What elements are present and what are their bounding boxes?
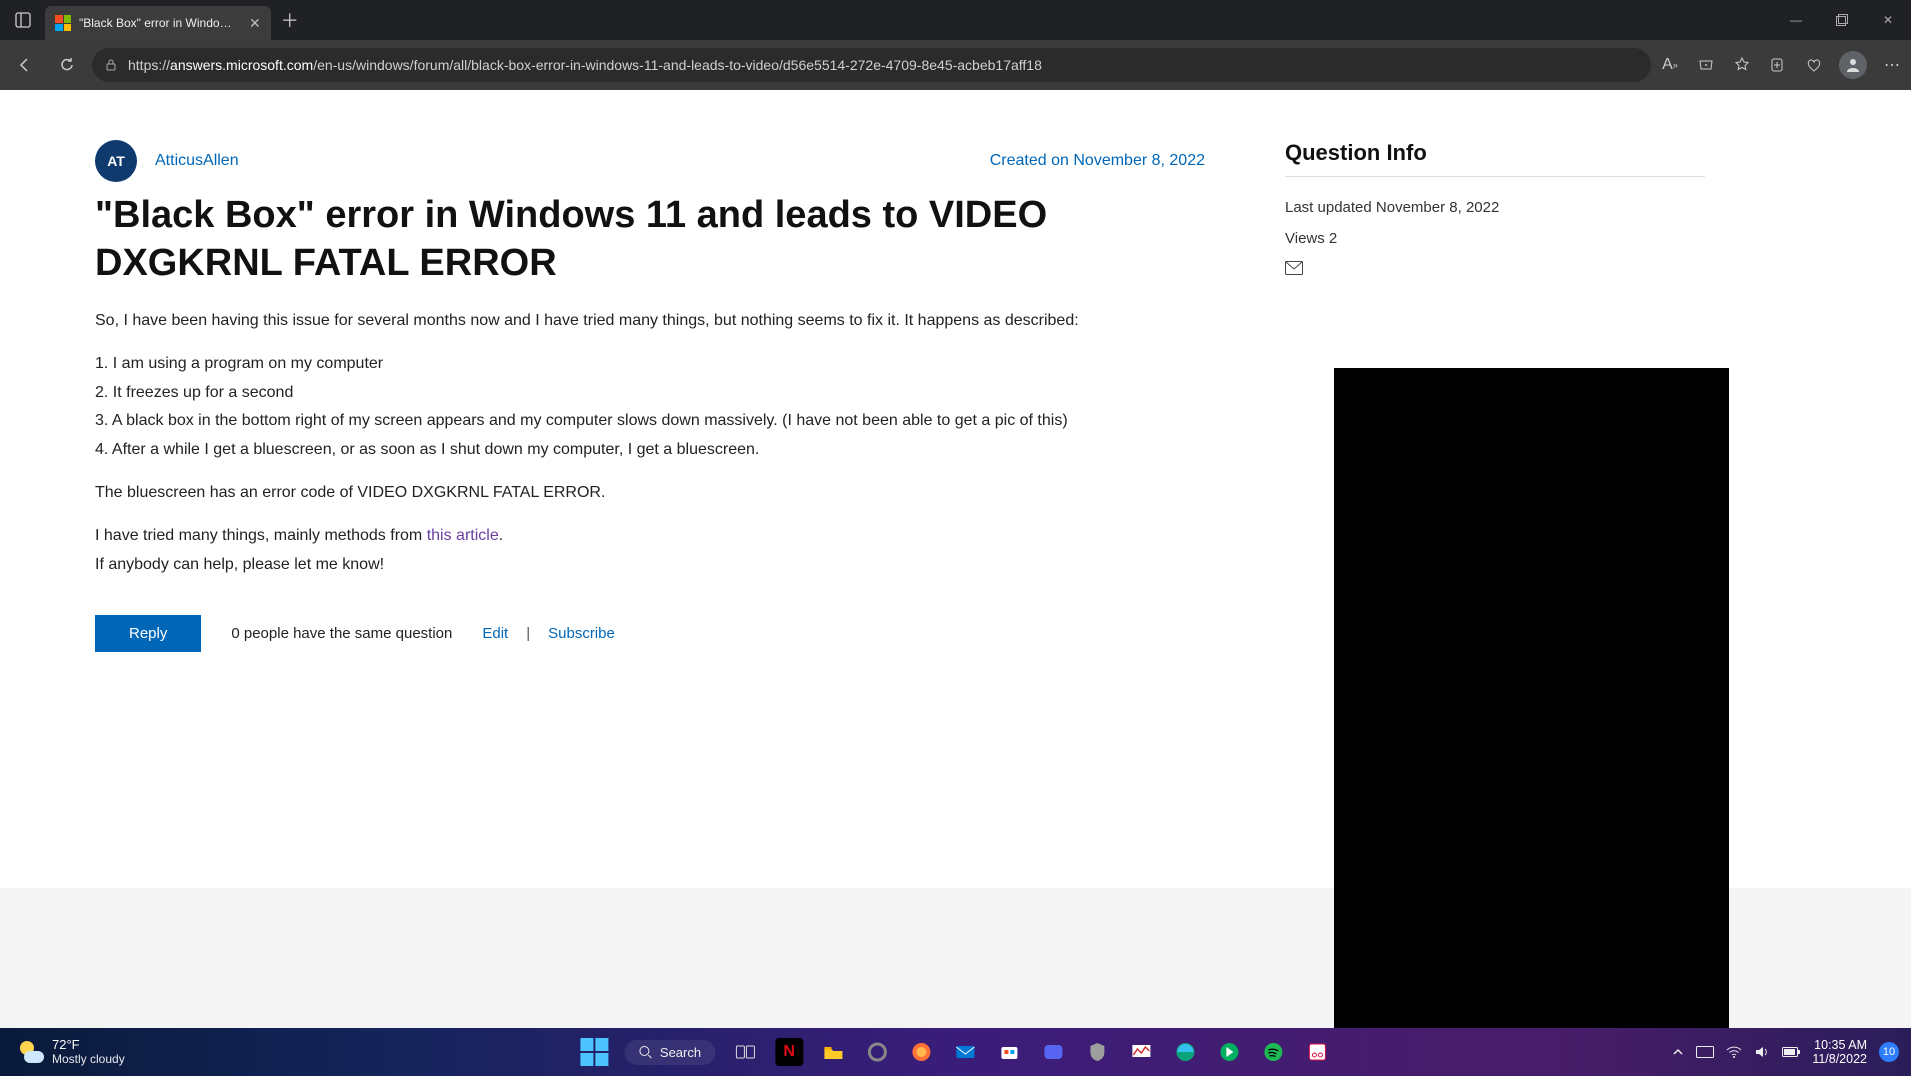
taskbar-app-explorer-icon[interactable] bbox=[819, 1038, 847, 1066]
microsoft-favicon bbox=[55, 15, 71, 31]
subscribe-link[interactable]: Subscribe bbox=[548, 625, 615, 642]
url-text: https://answers.microsoft.com/en-us/wind… bbox=[128, 57, 1042, 73]
taskbar-app-copilot-icon[interactable] bbox=[863, 1038, 891, 1066]
browser-tab[interactable]: "Black Box" error in Windows 11 ✕ bbox=[45, 6, 271, 40]
taskbar-app-netflix-icon[interactable]: N bbox=[775, 1038, 803, 1066]
window-titlebar: "Black Box" error in Windows 11 ✕ ＋ — ✕ bbox=[0, 0, 1911, 40]
window-maximize-button[interactable] bbox=[1819, 0, 1865, 40]
more-menu-button[interactable]: ⋯ bbox=[1881, 54, 1903, 76]
post-step-1: 1. I am using a program on my computer bbox=[95, 352, 1205, 377]
weather-icon bbox=[18, 1039, 44, 1065]
nav-refresh-button[interactable] bbox=[50, 48, 84, 82]
collections-icon[interactable] bbox=[1767, 54, 1789, 76]
action-divider: | bbox=[526, 625, 530, 642]
favorites-icon[interactable] bbox=[1731, 54, 1753, 76]
tray-battery-icon[interactable] bbox=[1782, 1046, 1800, 1058]
new-tab-button[interactable]: ＋ bbox=[281, 7, 299, 33]
page-content: AT AtticusAllen Created on November 8, 2… bbox=[0, 90, 1911, 1028]
profile-button[interactable] bbox=[1839, 51, 1867, 79]
tray-overflow-icon[interactable] bbox=[1672, 1046, 1684, 1058]
tab-close-button[interactable]: ✕ bbox=[249, 15, 261, 32]
tab-actions-button[interactable] bbox=[0, 12, 45, 28]
taskbar-app-mail-icon[interactable] bbox=[951, 1038, 979, 1066]
last-updated: Last updated November 8, 2022 bbox=[1285, 199, 1705, 216]
post-step-3: 3. A black box in the bottom right of my… bbox=[95, 409, 1205, 434]
address-bar[interactable]: https://answers.microsoft.com/en-us/wind… bbox=[92, 48, 1651, 82]
post-step-4: 4. After a while I get a bluescreen, or … bbox=[95, 438, 1205, 463]
tab-title: "Black Box" error in Windows 11 bbox=[79, 16, 239, 30]
tray-volume-icon[interactable] bbox=[1754, 1044, 1770, 1060]
mail-icon[interactable] bbox=[1285, 261, 1705, 275]
nav-back-button[interactable] bbox=[8, 48, 42, 82]
tray-time: 10:35 AM bbox=[1812, 1038, 1867, 1052]
taskbar-app-firefox-icon[interactable] bbox=[907, 1038, 935, 1066]
taskbar-search[interactable]: Search bbox=[624, 1040, 715, 1065]
edit-link[interactable]: Edit bbox=[482, 625, 508, 642]
weather-widget[interactable]: 72°F Mostly cloudy bbox=[0, 1038, 125, 1065]
post-title: "Black Box" error in Windows 11 and lead… bbox=[95, 192, 1145, 287]
same-question-count: 0 people have the same question bbox=[231, 625, 452, 642]
post-intro: So, I have been having this issue for se… bbox=[95, 309, 1205, 334]
black-box-overlay bbox=[1334, 368, 1729, 1028]
notification-badge[interactable]: 10 bbox=[1879, 1042, 1899, 1062]
reply-button[interactable]: Reply bbox=[95, 615, 201, 652]
tray-wifi-icon[interactable] bbox=[1726, 1044, 1742, 1060]
views-count: Views 2 bbox=[1285, 230, 1705, 247]
start-button[interactable] bbox=[580, 1038, 608, 1066]
window-close-button[interactable]: ✕ bbox=[1865, 0, 1911, 40]
author-avatar[interactable]: AT bbox=[95, 140, 137, 182]
tray-date: 11/8/2022 bbox=[1812, 1052, 1867, 1066]
author-link[interactable]: AtticusAllen bbox=[155, 152, 239, 170]
tray-keyboard-icon[interactable] bbox=[1696, 1046, 1714, 1058]
search-icon bbox=[638, 1045, 652, 1059]
weather-condition: Mostly cloudy bbox=[52, 1053, 125, 1066]
search-label: Search bbox=[660, 1045, 701, 1060]
post-step-2: 2. It freezes up for a second bbox=[95, 381, 1205, 406]
weather-temp: 72°F bbox=[52, 1038, 125, 1052]
post-bsod-line: The bluescreen has an error code of VIDE… bbox=[95, 481, 1205, 506]
question-info-heading: Question Info bbox=[1285, 140, 1705, 177]
health-icon[interactable] bbox=[1803, 54, 1825, 76]
taskbar-app-discord-icon[interactable] bbox=[1039, 1038, 1067, 1066]
shopping-icon[interactable] bbox=[1695, 54, 1717, 76]
read-aloud-icon[interactable]: A» bbox=[1659, 54, 1681, 76]
taskbar: 72°F Mostly cloudy Search N bbox=[0, 1028, 1911, 1076]
created-date: Created on November 8, 2022 bbox=[990, 152, 1205, 170]
this-article-link[interactable]: this article bbox=[427, 527, 499, 544]
taskbar-app-generic-green-icon[interactable] bbox=[1215, 1038, 1243, 1066]
taskbar-app-monitor-icon[interactable] bbox=[1127, 1038, 1155, 1066]
post-body: So, I have been having this issue for se… bbox=[95, 309, 1205, 577]
post-tried-line: I have tried many things, mainly methods… bbox=[95, 524, 1205, 549]
taskbar-app-spotify-icon[interactable] bbox=[1259, 1038, 1287, 1066]
taskbar-app-store-icon[interactable] bbox=[995, 1038, 1023, 1066]
browser-toolbar: https://answers.microsoft.com/en-us/wind… bbox=[0, 40, 1911, 90]
taskbar-app-snip-icon[interactable] bbox=[1303, 1038, 1331, 1066]
taskbar-app-edge-icon[interactable] bbox=[1171, 1038, 1199, 1066]
post-help-line: If anybody can help, please let me know! bbox=[95, 553, 1205, 578]
taskbar-app-security-icon[interactable] bbox=[1083, 1038, 1111, 1066]
task-view-icon[interactable] bbox=[731, 1038, 759, 1066]
window-minimize-button[interactable]: — bbox=[1773, 0, 1819, 40]
site-info-lock-icon[interactable] bbox=[104, 58, 118, 72]
tray-clock[interactable]: 10:35 AM 11/8/2022 bbox=[1812, 1038, 1867, 1067]
